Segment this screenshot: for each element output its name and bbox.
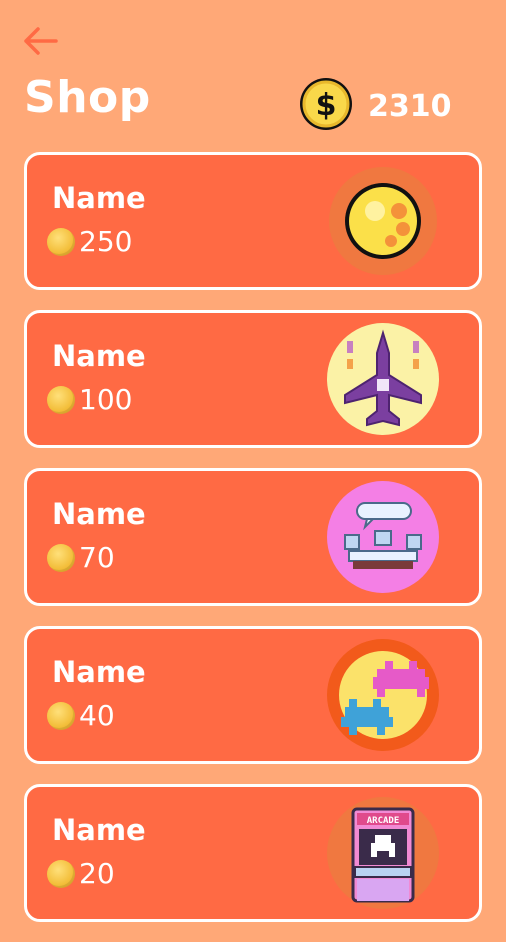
shop-list: Name 250 Name 100 Name 70 Name 40 Name 2…: [24, 152, 482, 942]
item-name: Name: [52, 497, 146, 531]
item-price-value: 100: [79, 383, 133, 416]
item-price: 20: [47, 857, 115, 890]
item-name: Name: [52, 181, 146, 215]
item-price: 250: [47, 225, 132, 258]
balance-value: 2310: [368, 88, 452, 124]
item-name: Name: [52, 813, 146, 847]
coin-icon: [47, 701, 75, 730]
space-invaders-icon: [327, 639, 439, 751]
item-price-value: 40: [79, 699, 115, 732]
item-price: 40: [47, 699, 115, 732]
coin-icon: [47, 543, 75, 572]
coin-icon: [47, 859, 75, 888]
item-name: Name: [52, 339, 146, 373]
item-name: Name: [52, 655, 146, 689]
gold-coin-icon: [327, 165, 439, 277]
tables-icon: [327, 481, 439, 593]
shop-item-card[interactable]: Name 70: [24, 468, 482, 606]
item-price-value: 250: [79, 225, 133, 258]
item-price-value: 70: [79, 541, 115, 574]
shop-item-card[interactable]: Name 40: [24, 626, 482, 764]
dollar-coin-icon: $: [298, 76, 354, 136]
arrow-left-icon: [20, 26, 60, 60]
arcade-machine-icon: ARCADE: [327, 797, 439, 909]
coin-icon: [47, 227, 75, 256]
coin-balance: $ 2310: [298, 78, 452, 134]
page-title: Shop: [24, 72, 151, 123]
svg-text:ARCADE: ARCADE: [367, 816, 400, 826]
shop-item-card[interactable]: Name 250: [24, 152, 482, 290]
shop-item-card[interactable]: Name 20 ARCADE: [24, 784, 482, 922]
fighter-jet-icon: [327, 323, 439, 435]
back-button[interactable]: [18, 26, 62, 60]
svg-text:$: $: [316, 88, 337, 123]
coin-icon: [47, 385, 75, 414]
shop-item-card[interactable]: Name 100: [24, 310, 482, 448]
item-price: 70: [47, 541, 115, 574]
item-price: 100: [47, 383, 132, 416]
item-price-value: 20: [79, 857, 115, 890]
